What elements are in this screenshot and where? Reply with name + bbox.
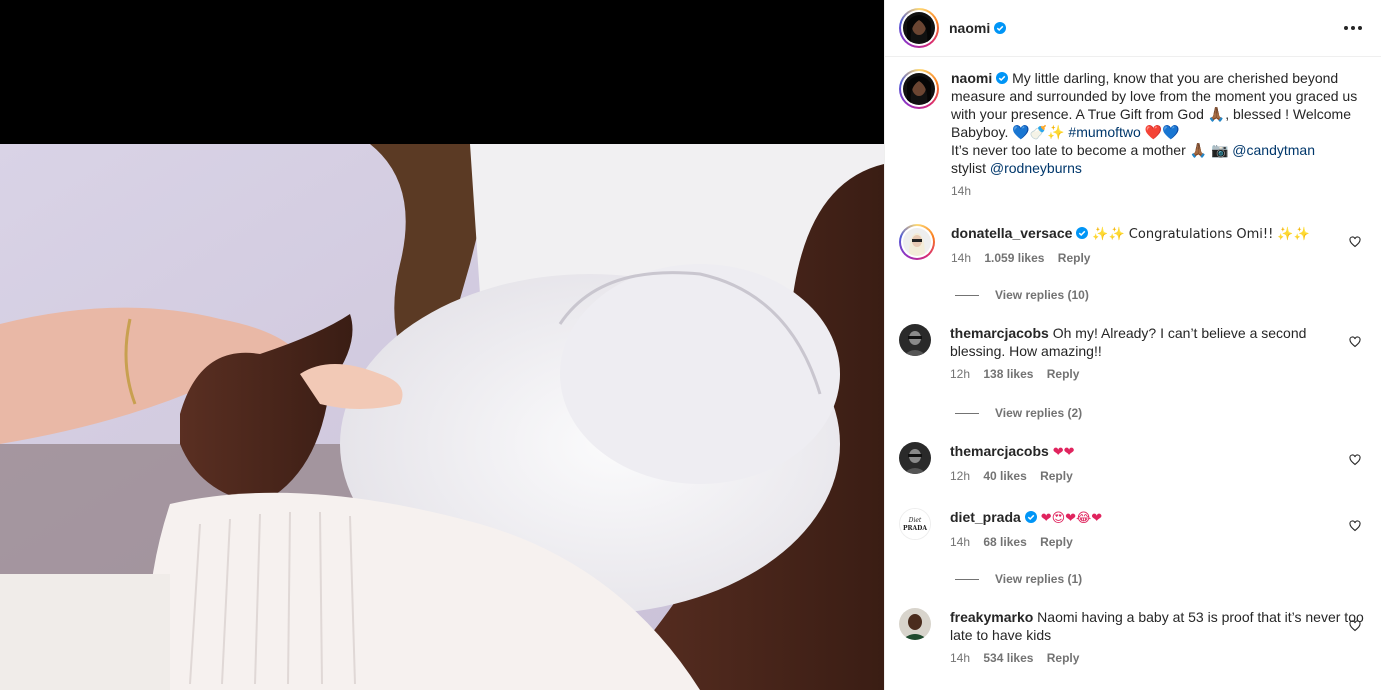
verified-icon [994, 22, 1007, 34]
comment-username[interactable]: donatella_versace [951, 225, 1072, 241]
reply-button[interactable]: Reply [1047, 651, 1080, 665]
comment-likes[interactable]: 68 likes [983, 535, 1026, 549]
comment-text: ❤😍❤😂❤ [1040, 511, 1103, 526]
post-side-panel: naomi naomi My little darling, know that… [884, 0, 1381, 690]
comment-body: themarcjacobs Oh my! Already? I can’t be… [950, 324, 1365, 382]
comment-avatar[interactable] [899, 224, 935, 260]
comment-avatar[interactable] [899, 324, 931, 356]
verified-icon [1076, 227, 1089, 239]
comment-avatar[interactable] [899, 608, 931, 640]
caption-emoji: ❤️💙 [1144, 124, 1180, 140]
caption-hashtag[interactable]: #mumoftwo [1068, 124, 1140, 140]
reply-button[interactable]: Reply [1047, 367, 1080, 381]
comment-time: 14h [950, 535, 971, 549]
caption-body: naomi My little darling, know that you a… [951, 69, 1365, 199]
comment-item: Diet PRADA diet_prada ❤😍❤😂❤ 14h 68 likes … [899, 508, 1365, 550]
svg-text:Diet: Diet [908, 517, 922, 524]
comment-item: donatella_versace ✨✨ Congratulations Omi… [899, 224, 1365, 266]
caption-time: 14h [951, 184, 972, 198]
comment-item: freakymarko Naomi having a baby at 53 is… [899, 608, 1365, 666]
comment-time: 12h [950, 367, 971, 381]
reply-button[interactable]: Reply [1040, 469, 1073, 483]
reply-button[interactable]: Reply [1058, 251, 1091, 265]
comment-username[interactable]: themarcjacobs [950, 443, 1049, 459]
comment-likes[interactable]: 138 likes [983, 367, 1033, 381]
caption-avatar[interactable] [899, 69, 939, 109]
comment-likes[interactable]: 40 likes [983, 469, 1026, 483]
comment-time: 14h [951, 251, 972, 265]
caption-username[interactable]: naomi [951, 70, 992, 86]
comment-text: ❤❤ [1052, 445, 1075, 460]
post-photo [0, 144, 884, 690]
view-replies-button[interactable]: View replies (1) [955, 572, 1082, 586]
heart-icon[interactable] [1349, 236, 1361, 248]
post-media[interactable] [0, 0, 884, 690]
author-avatar[interactable] [899, 8, 939, 48]
comment-body: themarcjacobs ❤❤ 12h 40 likes Reply [950, 442, 1365, 484]
comment-body: freakymarko Naomi having a baby at 53 is… [950, 608, 1365, 666]
post-header: naomi [885, 0, 1381, 57]
view-replies-button[interactable]: View replies (10) [955, 288, 1089, 302]
comment-body: diet_prada ❤😍❤😂❤ 14h 68 likes Reply [950, 508, 1365, 550]
comment-body: donatella_versace ✨✨ Congratulations Omi… [951, 224, 1365, 266]
comment-username[interactable]: freakymarko [950, 609, 1033, 625]
comment-avatar[interactable]: Diet PRADA [899, 508, 931, 540]
heart-icon[interactable] [1349, 454, 1361, 466]
comment-item: themarcjacobs ❤❤ 12h 40 likes Reply [899, 442, 1365, 484]
caption-line2: It’s never too late to become a mother 🙏… [951, 142, 1229, 158]
caption-mention-candytman[interactable]: @candytman [1232, 142, 1315, 158]
comment-likes[interactable]: 1.059 likes [984, 251, 1044, 265]
verified-icon [1024, 511, 1037, 523]
comment-text: ✨✨ Congratulations Omi!! ✨✨ [1092, 227, 1310, 242]
comment-item: themarcjacobs Oh my! Already? I can’t be… [899, 324, 1365, 382]
caption-line3: stylist [951, 160, 986, 176]
comment-time: 12h [950, 469, 971, 483]
heart-icon[interactable] [1349, 520, 1361, 532]
reply-button[interactable]: Reply [1040, 535, 1073, 549]
verified-icon [996, 72, 1009, 84]
caption-mention-rodneyburns[interactable]: @rodneyburns [990, 160, 1082, 176]
heart-icon[interactable] [1349, 620, 1361, 632]
comment-username[interactable]: themarcjacobs [950, 325, 1049, 341]
comment-time: 14h [950, 651, 971, 665]
comment-likes[interactable]: 534 likes [983, 651, 1033, 665]
comments-list[interactable]: naomi My little darling, know that you a… [885, 57, 1381, 690]
author-username[interactable]: naomi [949, 20, 990, 36]
comment-username[interactable]: diet_prada [950, 509, 1021, 525]
more-options-button[interactable] [1341, 16, 1365, 40]
comment-avatar[interactable] [899, 442, 931, 474]
post-caption: naomi My little darling, know that you a… [899, 69, 1365, 199]
view-replies-button[interactable]: View replies (2) [955, 406, 1082, 420]
heart-icon[interactable] [1349, 336, 1361, 348]
svg-text:PRADA: PRADA [903, 525, 927, 532]
